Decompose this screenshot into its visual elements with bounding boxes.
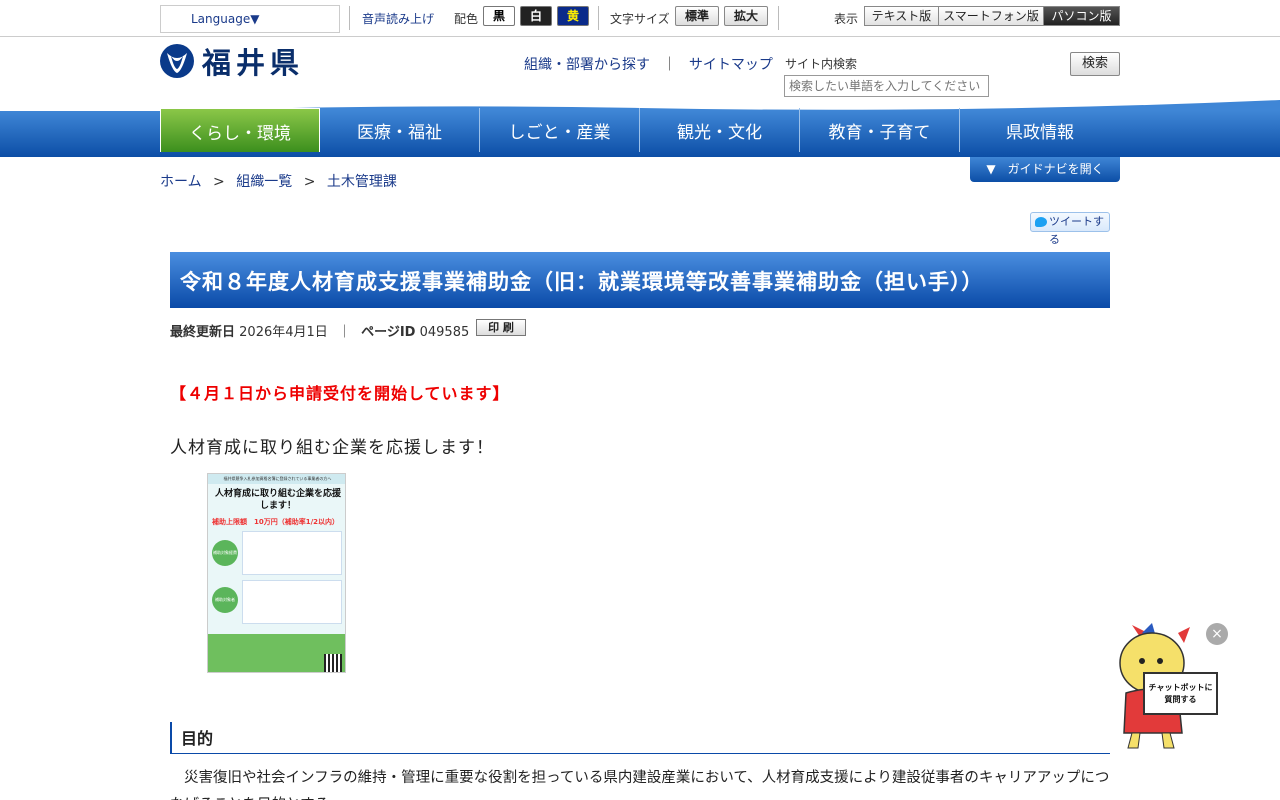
search-input[interactable] xyxy=(784,75,989,97)
fontsize-normal-button[interactable]: 標準 xyxy=(675,6,719,26)
link-separator: ｜ xyxy=(662,57,677,73)
org-search-link[interactable]: 組織・部署から探す xyxy=(524,57,650,73)
flyer-expense-box xyxy=(242,531,342,575)
breadcrumb-home[interactable]: ホーム xyxy=(160,174,202,190)
chatbot-close-icon[interactable]: × xyxy=(1206,623,1228,645)
color-label: 配色 xyxy=(454,12,479,26)
flyer-headline: 人材育成に取り組む企業を応援します！ xyxy=(214,489,341,511)
nav-item-education-childcare[interactable]: 教育・子育て xyxy=(800,108,960,152)
language-select[interactable]: Language▼ xyxy=(160,5,340,33)
flyer-eligible-box xyxy=(242,580,342,624)
breadcrumb-org-list[interactable]: 組織一覧 xyxy=(236,174,292,190)
chatbot-sign[interactable]: チャットボットに質問する xyxy=(1143,672,1218,715)
breadcrumb-separator: > xyxy=(213,174,225,190)
display-label: 表示 xyxy=(834,12,859,26)
updated-date: 2026年4月1日 xyxy=(239,325,328,340)
logo-text: 福井県 xyxy=(202,46,305,80)
subsidy-flyer-image[interactable]: 福井県競争入札参加資格名簿に登録されている事業者の方へ 人材育成に取り組む企業を… xyxy=(207,473,346,673)
print-button[interactable]: 印 刷 xyxy=(476,319,526,336)
global-nav: くらし・環境 医療・福祉 しごと・産業 観光・文化 教育・子育て 県政情報 xyxy=(160,108,1120,154)
page-title: 令和８年度人材育成支援事業補助金（旧：就業環境等改善事業補助金（担い手）） xyxy=(170,252,1110,308)
twitter-bird-icon xyxy=(1035,217,1047,227)
flyer-circle-eligible: 補助対象者 xyxy=(212,587,238,613)
voice-reading-link[interactable]: 音声読み上げ xyxy=(362,10,434,27)
divider xyxy=(598,6,599,30)
color-white-button[interactable]: 白 xyxy=(520,6,552,26)
prefecture-emblem-icon xyxy=(160,44,194,78)
fontsize-large-button[interactable]: 拡大 xyxy=(724,6,768,26)
page-meta: 最終更新日 2026年4月1日 ｜ ページID 049585 xyxy=(170,321,469,340)
fontsize-label: 文字サイズ xyxy=(610,12,670,26)
qr-code-icon xyxy=(324,654,342,672)
view-smartphone-tab[interactable]: スマートフォン版 xyxy=(938,6,1044,26)
updated-label: 最終更新日 xyxy=(170,325,236,340)
nav-item-work-industry[interactable]: しごと・産業 xyxy=(480,108,640,152)
flyer-circle-expenses: 補助対象経費 xyxy=(212,540,238,566)
sitemap-link[interactable]: サイトマップ xyxy=(689,57,773,73)
guide-navi-button[interactable]: ▼ ガイドナビを開く xyxy=(970,157,1120,182)
tweet-label: ツイートする xyxy=(1049,215,1104,246)
purpose-paragraph: 災害復旧や社会インフラの維持・管理に重要な役割を担っている県内建設産業において、… xyxy=(170,770,1110,800)
breadcrumb: ホーム > 組織一覧 > 土木管理課 xyxy=(160,171,397,191)
page-id-label: ページID xyxy=(361,325,416,340)
site-logo[interactable]: 福井県 xyxy=(160,43,305,80)
meta-separator: ｜ xyxy=(337,325,351,340)
breadcrumb-current[interactable]: 土木管理課 xyxy=(327,174,397,190)
utility-bar: Language▼ 音声読み上げ 配色 黒 白 黄 文字サイズ 標準 拡大 表示… xyxy=(0,0,1280,37)
nav-item-medical-welfare[interactable]: 医療・福祉 xyxy=(320,108,480,152)
flyer-cap: 補助上限額 10万円（補助率1/2以内） xyxy=(212,518,340,526)
view-text-tab[interactable]: テキスト版 xyxy=(864,6,939,26)
notice-text: 【４月１日から申請受付を開始しています】 xyxy=(170,384,510,403)
page-id: 049585 xyxy=(419,325,470,340)
color-black-button[interactable]: 黒 xyxy=(483,6,515,26)
flyer-top-text: 福井県競争入札参加資格名簿に登録されている事業者の方へ xyxy=(208,474,345,484)
nav-item-tourism-culture[interactable]: 観光・文化 xyxy=(640,108,800,152)
tweet-button[interactable]: ツイートする xyxy=(1030,212,1110,246)
header-links: 組織・部署から探す ｜ サイトマップ xyxy=(524,54,773,74)
divider xyxy=(778,6,779,30)
breadcrumb-separator: > xyxy=(303,174,316,190)
nav-item-life-environment[interactable]: くらし・環境 xyxy=(160,108,320,152)
nav-item-prefectural-info[interactable]: 県政情報 xyxy=(960,108,1120,152)
divider xyxy=(349,6,350,30)
search-label: サイト内検索 xyxy=(785,57,858,71)
search-button[interactable]: 検索 xyxy=(1070,52,1120,76)
view-pc-tab[interactable]: パソコン版 xyxy=(1043,6,1120,26)
lead-text: 人材育成に取り組む企業を応援します！ xyxy=(170,438,494,458)
color-yellow-button[interactable]: 黄 xyxy=(557,6,589,26)
section-heading-purpose: 目的 xyxy=(170,722,1110,754)
